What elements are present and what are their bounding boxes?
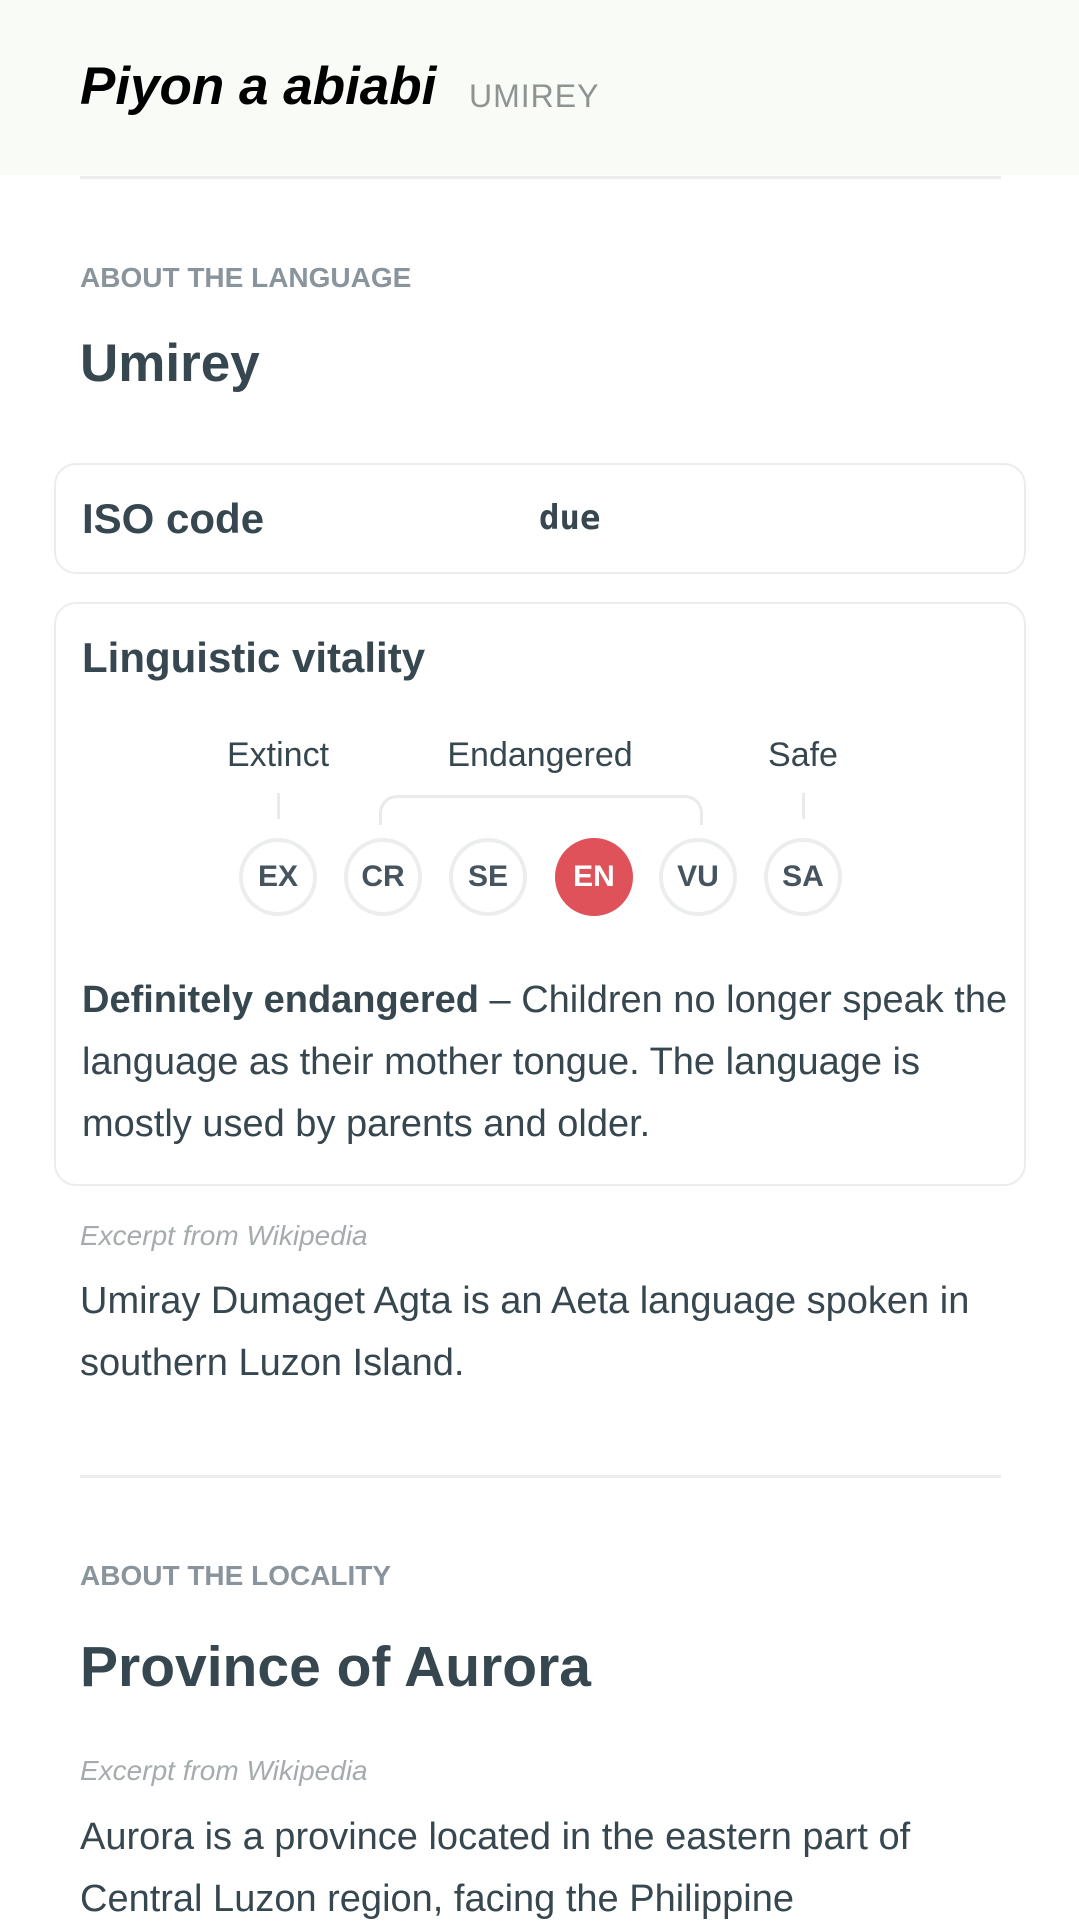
vitality-description: Definitely endangered – Children no long…	[82, 969, 1012, 1155]
group-label-endangered: Endangered	[447, 736, 633, 774]
vitality-status: Definitely endangered	[82, 979, 479, 1021]
endangered-bracket	[379, 795, 703, 825]
locality-name: Province of Aurora	[80, 1635, 591, 1699]
vitality-level-se: SE	[449, 838, 527, 916]
vitality-level-sa: SA	[764, 838, 842, 916]
vitality-level-ex: EX	[239, 838, 317, 916]
separator: –	[478, 979, 522, 1021]
iso-code-label: ISO code	[82, 495, 265, 542]
app-header: Piyon a abiabi UMIREY	[0, 0, 1079, 175]
safe-tick	[802, 793, 805, 819]
vitality-level-en: EN	[555, 838, 633, 916]
language-excerpt: Umiray Dumaget Agta is an Aeta language …	[80, 1280, 970, 1384]
extinct-tick	[277, 793, 280, 819]
section-label-language: ABOUT THE LANGUAGE	[80, 262, 412, 293]
iso-code-value: due	[539, 498, 601, 538]
excerpt-label: Excerpt from Wikipedia	[80, 1755, 368, 1786]
group-label-extinct: Extinct	[226, 736, 330, 774]
locality-excerpt: Aurora is a province located in the east…	[80, 1816, 911, 1920]
app-subtitle: UMIREY	[469, 78, 600, 114]
vitality-level-cr: CR	[344, 838, 422, 916]
vitality-title: Linguistic vitality	[82, 634, 426, 681]
excerpt-label: Excerpt from Wikipedia	[80, 1220, 368, 1251]
divider	[80, 1475, 1001, 1478]
vitality-level-vu: VU	[659, 838, 737, 916]
app-title: Piyon a abiabi	[80, 57, 437, 116]
section-label-locality: ABOUT THE LOCALITY	[80, 1560, 392, 1591]
group-label-safe: Safe	[768, 736, 838, 774]
language-name: Umirey	[80, 334, 260, 393]
divider	[80, 176, 1001, 179]
